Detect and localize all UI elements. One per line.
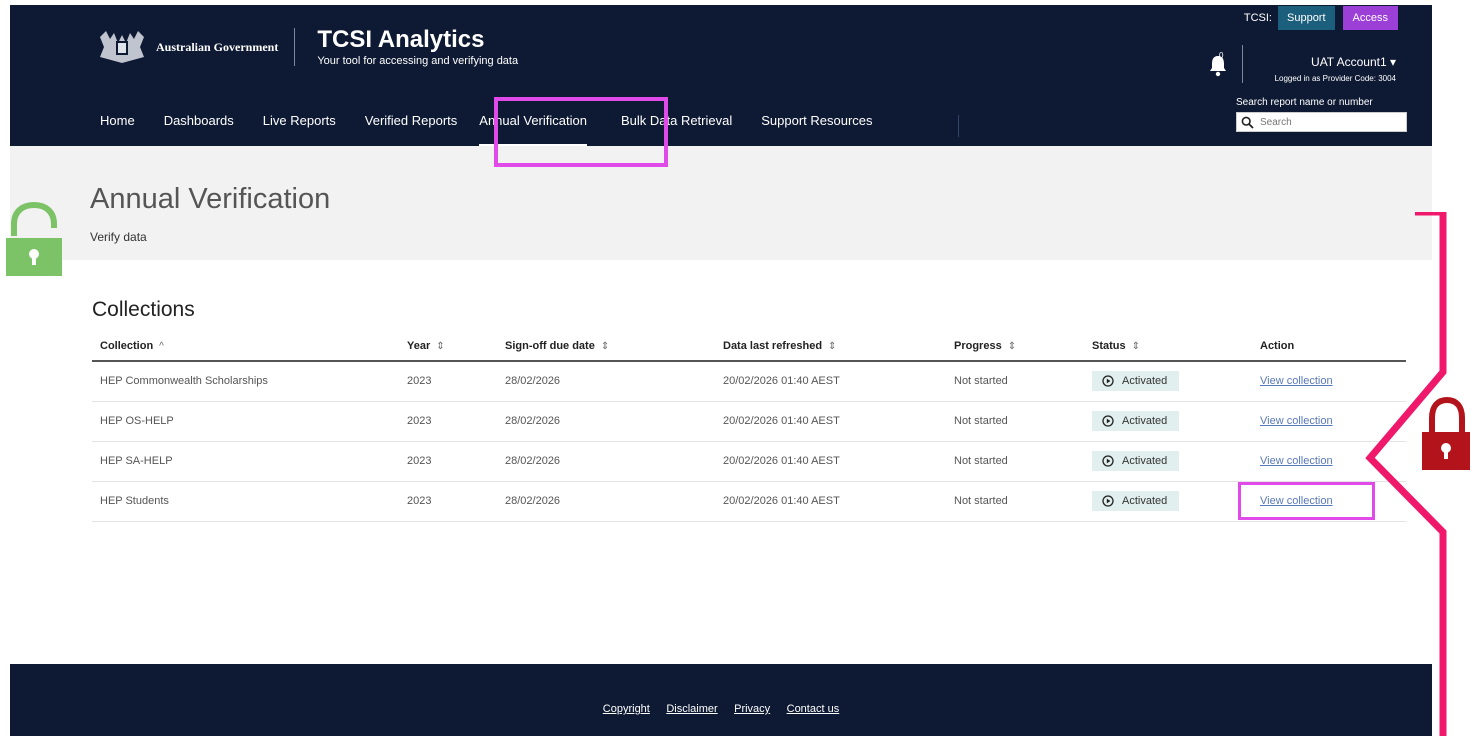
column-header-collection[interactable]: Collection ^ (92, 331, 399, 362)
footer-link-contact-us[interactable]: Contact us (787, 703, 840, 715)
cell-status: Activated (1084, 441, 1252, 482)
cell-year: 2023 (399, 481, 497, 522)
app-title-block: TCSI Analytics Your tool for accessing a… (317, 26, 519, 68)
cell-collection: HEP Students (92, 481, 399, 522)
sort-ascending-icon: ^ (159, 340, 164, 352)
bell-icon (1210, 56, 1226, 77)
footer-link-disclaimer[interactable]: Disclaimer (666, 703, 717, 715)
view-collection-link[interactable]: View collection (1260, 375, 1333, 387)
play-circle-icon (1102, 375, 1114, 387)
cell-progress: Not started (946, 481, 1084, 522)
cell-collection: HEP OS-HELP (92, 401, 399, 442)
cell-collection: HEP SA-HELP (92, 441, 399, 482)
column-header-year[interactable]: Year ⇕ (399, 331, 497, 362)
sort-icon: ⇕ (600, 340, 610, 352)
app-title: TCSI Analytics (317, 26, 485, 53)
nav-divider (958, 115, 959, 137)
page-title: Annual Verification (90, 183, 331, 215)
notification-count: 0 (1219, 51, 1224, 60)
brand-divider (294, 28, 296, 66)
cell-status: Activated (1084, 481, 1252, 522)
nav-support-resources[interactable]: Support Resources (761, 113, 872, 137)
cell-refreshed: 20/02/2026 01:40 AEST (715, 441, 946, 482)
brand[interactable]: Australian Government TCSI Analytics You… (92, 27, 518, 67)
sort-icon: ⇕ (1131, 340, 1141, 352)
notifications-button[interactable]: 0 (1208, 51, 1228, 77)
table-row: HEP Students 2023 28/02/2026 20/02/2026 … (92, 481, 1406, 522)
cell-year: 2023 (399, 401, 497, 442)
cell-refreshed: 20/02/2026 01:40 AEST (715, 401, 946, 442)
view-collection-link[interactable]: View collection (1260, 415, 1333, 427)
page-subtitle: Verify data (90, 230, 147, 244)
collections-table: Collection ^ Year ⇕ Sign-off due date ⇕ Dat… (92, 331, 1406, 522)
nav-highlight-box (494, 97, 668, 167)
search-icon (1241, 116, 1254, 129)
app-subtitle: Your tool for accessing and verifying da… (317, 55, 519, 67)
play-circle-icon (1102, 495, 1114, 507)
cell-year: 2023 (399, 441, 497, 482)
status-badge: Activated (1092, 491, 1180, 511)
table-row: HEP SA-HELP 2023 28/02/2026 20/02/2026 0… (92, 441, 1406, 482)
government-name: Australian Government (156, 39, 279, 54)
cell-due-date: 28/02/2026 (497, 481, 715, 522)
status-badge: Activated (1092, 411, 1180, 431)
tcsi-access-button[interactable]: Access (1342, 6, 1398, 30)
cell-year: 2023 (399, 361, 497, 402)
account-menu[interactable]: UAT Account1 ▾ (1311, 55, 1396, 69)
footer-link-copyright[interactable]: Copyright (603, 703, 650, 715)
site-header: Australian Government TCSI Analytics You… (10, 5, 1432, 147)
play-circle-icon (1102, 415, 1114, 427)
tcsi-support-button[interactable]: Support (1278, 6, 1335, 30)
status-badge: Activated (1092, 371, 1180, 392)
tcsi-label: TCSI: (1243, 12, 1272, 24)
cell-due-date: 28/02/2026 (497, 401, 715, 442)
cell-status: Activated (1084, 361, 1252, 402)
nav-home[interactable]: Home (100, 113, 135, 137)
column-header-data-last-refreshed[interactable]: Data last refreshed ⇕ (715, 331, 946, 362)
column-header-sign-off-due-date[interactable]: Sign-off due date ⇕ (497, 331, 715, 362)
sort-icon: ⇕ (828, 340, 837, 352)
cell-refreshed: 20/02/2026 01:40 AEST (715, 481, 946, 522)
cell-progress: Not started (946, 361, 1084, 402)
column-header-progress[interactable]: Progress ⇕ (946, 331, 1084, 362)
sort-icon: ⇕ (1007, 340, 1017, 352)
play-circle-icon (1102, 455, 1114, 467)
table-row: HEP Commonwealth Scholarships 2023 28/02… (92, 361, 1406, 402)
sort-icon: ⇕ (436, 340, 445, 352)
site-footer: Copyright Disclaimer Privacy Contact us (10, 664, 1432, 736)
nav-dashboards[interactable]: Dashboards (164, 113, 234, 137)
search-input[interactable] (1260, 116, 1400, 128)
cell-due-date: 28/02/2026 (497, 441, 715, 482)
account-divider (1242, 45, 1243, 83)
search-field[interactable] (1236, 112, 1407, 132)
cell-progress: Not started (946, 441, 1084, 482)
bracket-annotation (1360, 208, 1471, 736)
tcsi-switcher: TCSI: Support Access (1244, 5, 1398, 31)
nav-live-reports[interactable]: Live Reports (263, 113, 336, 137)
cell-due-date: 28/02/2026 (497, 361, 715, 402)
nav-verified-reports[interactable]: Verified Reports (365, 113, 458, 137)
account-provider-code: Logged in as Provider Code: 3004 (1274, 74, 1396, 83)
cell-progress: Not started (946, 401, 1084, 442)
view-collection-link[interactable]: View collection (1260, 455, 1333, 467)
page-hero: Annual Verification Verify data (10, 146, 1432, 260)
locked-padlock-icon (1420, 396, 1470, 470)
table-header-row: Collection ^ Year ⇕ Sign-off due date ⇕ Dat… (92, 331, 1406, 362)
link-highlight-box (1238, 482, 1375, 520)
table-row: HEP OS-HELP 2023 28/02/2026 20/02/2026 0… (92, 401, 1406, 442)
status-badge: Activated (1092, 451, 1180, 471)
cell-refreshed: 20/02/2026 01:40 AEST (715, 361, 946, 402)
unlocked-padlock-icon (6, 201, 62, 276)
footer-link-privacy[interactable]: Privacy (734, 703, 770, 715)
column-header-status[interactable]: Status ⇕ (1084, 331, 1252, 362)
coat-of-arms-icon (92, 29, 152, 65)
collections-heading: Collections (92, 298, 195, 321)
cell-collection: HEP Commonwealth Scholarships (92, 361, 399, 402)
cell-status: Activated (1084, 401, 1252, 442)
search-label: Search report name or number (1236, 97, 1373, 108)
